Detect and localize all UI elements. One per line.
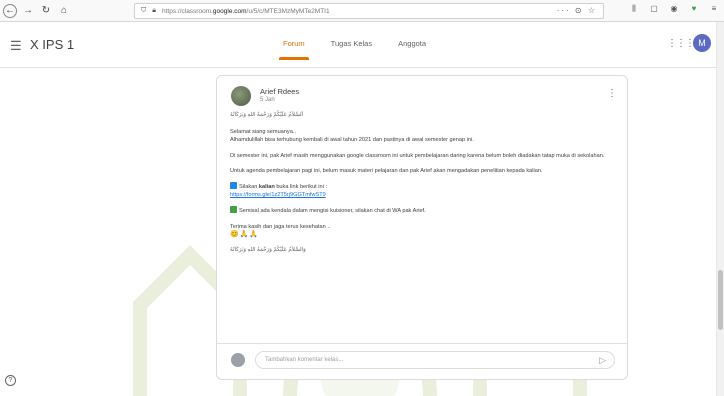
send-icon[interactable]: ▷ (599, 355, 606, 366)
intro-line: Alhamdulillah bisa terhubung kembali di … (230, 137, 474, 144)
url-actions[interactable]: ··· ⊙ ☆ (557, 6, 597, 15)
sidebar-icon[interactable]: ▢ (648, 4, 660, 14)
scroll-thumb[interactable] (718, 270, 723, 330)
library-icon[interactable]: ⫼ (628, 4, 640, 14)
commenter-avatar (231, 353, 245, 367)
help-icon[interactable]: ? (5, 375, 16, 386)
lock-icon: 🔒︎ (152, 7, 156, 14)
closing-emojis: 😊🙏🙏 (230, 230, 260, 238)
greeting-paragraph: Selamat siang semuanya.. Alhamdulillah b… (230, 128, 620, 144)
instruction-suffix: buka link berikut ini : (274, 184, 327, 191)
classroom-header: ☰ X IPS 1 Forum Tugas Kelas Anggota ⋮⋮⋮ … (0, 22, 716, 68)
shield-icon: ⛉ (141, 7, 147, 14)
browser-toolbar: ← → ↻ ⌂ ⛉ 🔒︎ https://classroom.google.co… (0, 0, 724, 22)
user-avatar[interactable]: M (693, 34, 711, 52)
class-tabs: Forum Tugas Kelas Anggota (279, 39, 426, 60)
contact-paragraph: Semisal ada kendala dalam mengisi kuisio… (230, 206, 620, 215)
addon-icon[interactable]: ♥ (688, 4, 700, 14)
greeting-line: Selamat siang semuanya.. (230, 129, 296, 136)
class-title[interactable]: X IPS 1 (30, 37, 74, 52)
tab-tugas-kelas[interactable]: Tugas Kelas (331, 39, 372, 60)
closing-paragraph: Terima kasih dan jaga terus kesehatan ..… (230, 223, 620, 239)
more-options-icon[interactable]: ⋮ (607, 88, 617, 99)
address-bar[interactable]: ⛉ 🔒︎ https://classroom.google.com/u/5/c/… (134, 3, 604, 19)
hamburger-menu-icon[interactable]: ☰ (10, 38, 22, 54)
forward-icon[interactable]: → (21, 4, 35, 18)
tab-anggota[interactable]: Anggota (398, 39, 426, 60)
instruction-prefix: Silakan (239, 184, 259, 191)
comment-divider (217, 343, 627, 344)
semester-paragraph: Di semester ini, pak Arief masih menggun… (230, 152, 605, 159)
arabic-greeting: اَلسَّلاَمُ عَلَيْكُمْ وَرَحْمَةُ اللهِ … (230, 112, 304, 118)
author-name[interactable]: Arief Rdees (260, 87, 299, 96)
form-link[interactable]: https://forms.gle/1z2T5rj9GGTmfwST9 (230, 192, 326, 198)
contact-note: Semisal ada kendala dalam mengisi kuisio… (239, 208, 426, 215)
phone-emoji-icon (230, 206, 237, 214)
back-icon[interactable]: ← (3, 3, 17, 18)
instruction-bold: kalian (258, 184, 275, 191)
comment-input[interactable]: Tambahkan komentar kelas... ▷ (255, 351, 615, 369)
menu-icon[interactable]: ≡ (708, 4, 720, 14)
instruction-paragraph: Silakan kalian buka link berikut ini : h… (230, 182, 620, 199)
closing-line: Terima kasih dan jaga terus kesehatan .. (230, 223, 331, 230)
post-body: اَلسَّلاَمُ عَلَيْكُمْ وَرَحْمَةُ اللهِ … (230, 111, 620, 261)
comment-placeholder: Tambahkan komentar kelas... (265, 357, 344, 363)
agenda-paragraph: Untuk agenda pembelajaran pagi ini, belu… (230, 167, 543, 174)
google-apps-icon[interactable]: ⋮⋮⋮ (667, 38, 695, 49)
post-card: Arief Rdees 5 Jan ⋮ اَلسَّلاَمُ عَلَيْكُ… (216, 75, 628, 380)
reload-icon[interactable]: ↻ (39, 4, 53, 18)
page-scrollbar[interactable] (716, 22, 724, 396)
arabic-closing: وَالسَّلاَمُ عَلَيْكُمْ وَرَحْمَةُ اللهِ… (230, 247, 306, 254)
home-icon[interactable]: ⌂ (57, 4, 71, 18)
author-avatar[interactable] (231, 86, 251, 106)
url-text[interactable]: https://classroom.google.com/u/5/c/MTE3M… (162, 8, 330, 15)
pointer-emoji-icon (230, 182, 237, 190)
tab-forum[interactable]: Forum (279, 39, 309, 60)
extension-icon[interactable]: ◉ (668, 4, 680, 14)
post-date: 5 Jan (260, 97, 275, 103)
